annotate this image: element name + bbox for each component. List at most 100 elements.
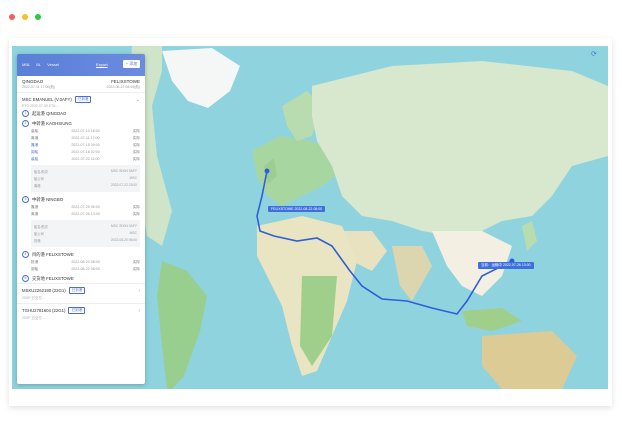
chevron-right-icon[interactable]: › <box>138 308 140 314</box>
event-label: 装船 <box>31 129 39 133</box>
tab-mbl[interactable]: MBL <box>22 62 30 67</box>
maximize-dot[interactable] <box>35 14 41 20</box>
vessel-name: MSC EMANUEL (V.0AFY) <box>22 97 72 102</box>
event-label[interactable]: 卸船 <box>31 150 38 155</box>
event-tag: 实际 <box>132 260 140 264</box>
destination-block: FELIXSTOWE 2022-08-22 08:00(航) <box>107 79 140 90</box>
destination-marker[interactable] <box>264 168 270 174</box>
container-subtitle: 20GP 已交付 ... <box>22 316 46 320</box>
event-label: 抵港 <box>31 260 39 264</box>
event-row: 离港 2022-07-11 17:00 实际 <box>17 135 145 142</box>
event-tag: 实际 <box>132 157 140 161</box>
info-row: 离港 2022-07-22 23:00 <box>34 183 137 188</box>
event-tag: 实际 <box>132 267 140 271</box>
event-date: 2022-07-22 11:00 <box>71 157 100 161</box>
info-value: 2022-08-20 06:00 <box>110 238 137 242</box>
status-badge: 已到港 <box>68 287 86 294</box>
europe-port-tooltip: FELIXSTOWE 2022-08-22 08:00 <box>268 206 326 212</box>
stop-name: 交货地 FELIXSTOWE <box>32 275 74 281</box>
origin-port: QINGDAO <box>22 79 44 84</box>
event-label: 离港 <box>31 212 39 216</box>
stop-item: 3 中转港 NINGBO <box>17 194 145 204</box>
event-date: 2022-08-20 08:00 <box>71 260 100 264</box>
event-row: 卸船 2022-07-16 02:00 实际 <box>17 149 145 156</box>
container-list-item[interactable]: MSKU2262190 (22G1) 已到港 › 20GP 已交付 ... <box>17 283 145 303</box>
info-key: 船公司 <box>34 232 44 236</box>
event-tag: 实际 <box>132 136 140 140</box>
tracking-panel: MBL BL Vessel Export + 添加 QINGDAO 2022-0… <box>17 54 145 384</box>
stop-name: 起运港 QINGDAO <box>32 110 67 116</box>
stop-item: 4 目的港 FELIXSTOWE <box>17 249 145 259</box>
step-number: 5 <box>22 275 29 282</box>
step-number: 4 <box>22 251 29 258</box>
stop-name: 中转港 KAOHSIUNG <box>32 120 72 126</box>
refresh-icon[interactable]: ⟳ <box>591 50 597 58</box>
info-key: 船名/航次 <box>34 170 49 174</box>
info-value: MSC <box>129 176 137 180</box>
destination-port: FELIXSTOWE <box>111 79 140 84</box>
container-name: MSKU2262190 (22G1) <box>22 288 66 293</box>
event-label: 离港 <box>31 136 39 140</box>
origin-block: QINGDAO 2022-07-11 17:00(航) <box>22 79 55 90</box>
event-row: 靠港 2022-07-25 06:00 实际 <box>17 204 145 211</box>
event-row: 抵港 2022-08-20 08:00 实际 <box>17 259 145 266</box>
event-row: 装船 2022-07-10 18:00 实际 <box>17 128 145 135</box>
container-subtitle: 20GP 已交付 ... <box>22 296 46 300</box>
tab-bl[interactable]: BL <box>36 62 41 67</box>
info-key: 船名/航次 <box>34 225 49 229</box>
asia-port-tooltip: 当前：运输中 2022-07-26 13:00 <box>478 262 534 269</box>
event-label[interactable]: 装船 <box>31 157 38 162</box>
stop-item: 5 交货地 FELIXSTOWE <box>17 273 145 283</box>
step-number: 2 <box>22 120 29 127</box>
info-row: 船名/航次 MSC SIXIN 0AFY <box>34 224 137 229</box>
event-label[interactable]: 靠港 <box>31 143 38 148</box>
info-key: 船公司 <box>34 177 44 181</box>
info-row: 船公司 MSC <box>34 231 137 236</box>
info-row: 船名/航次 MSC SIXIN 0AFY <box>34 169 137 174</box>
step-number: 3 <box>22 196 29 203</box>
event-date: 2022-07-10 18:00 <box>71 129 100 133</box>
status-badge: 已到港 <box>74 96 92 103</box>
tab-vessel[interactable]: Vessel <box>47 62 59 67</box>
chevron-right-icon[interactable]: › <box>138 288 140 294</box>
stop-name: 中转港 NINGBO <box>32 196 64 202</box>
status-badge: 已到港 <box>68 307 85 314</box>
stop-item: 1 起运港 QINGDAO <box>17 108 145 118</box>
event-tag: 实际 <box>132 205 140 209</box>
route-summary: QINGDAO 2022-07-11 17:00(航) FELIXSTOWE 2… <box>17 76 145 93</box>
panel-tabs: MBL BL Vessel <box>22 62 59 67</box>
event-date: 2022-07-25 06:00 <box>71 205 100 209</box>
event-date: 2022-07-16 02:00 <box>71 150 100 154</box>
stop-name: 目的港 FELIXSTOWE <box>32 251 74 257</box>
vessel-info-box: 船名/航次 MSC SIXIN 0AFY 船公司 MSC 离港 2022-07-22 … <box>31 165 140 192</box>
event-date: 2022-08-22 08:00 <box>71 267 100 271</box>
info-value: MSC SIXIN 0AFY <box>110 224 137 228</box>
stop-item: 2 中转港 KAOHSIUNG <box>17 118 145 128</box>
export-link[interactable]: Export <box>96 62 108 67</box>
event-date: 2022-07-15 09:00 <box>71 143 100 147</box>
close-dot[interactable] <box>9 14 15 20</box>
info-value: MSC <box>129 231 137 235</box>
event-tag: 实际 <box>132 212 140 216</box>
window-controls <box>9 14 41 20</box>
minimize-dot[interactable] <box>22 14 28 20</box>
event-row: 装船 2022-07-22 11:00 实际 <box>17 156 145 163</box>
chevron-down-icon[interactable]: ⌄ <box>136 97 140 103</box>
vessel-info-box: 船名/航次 MSC SIXIN 0AFY 船公司 MSC 抵港 2022-08-20 … <box>31 220 140 247</box>
info-row: 抵港 2022-08-20 06:00 <box>34 238 137 243</box>
event-label: 卸船 <box>31 267 39 271</box>
event-row: 卸船 2022-08-22 08:00 实际 <box>17 266 145 273</box>
event-tag: 实际 <box>132 143 140 147</box>
container-list-item[interactable]: TGHU2781604 (22G1) 已到港 › 20GP 已交付 ... <box>17 303 145 323</box>
event-date: 2022-07-11 17:00 <box>71 136 100 140</box>
event-row: 靠港 2022-07-15 09:00 实际 <box>17 142 145 149</box>
event-label: 靠港 <box>31 205 39 209</box>
info-value: MSC SIXIN 0AFY <box>110 169 137 173</box>
event-row: 离港 2022-07-26 13:00 实际 <box>17 211 145 218</box>
event-date: 2022-07-26 13:00 <box>71 212 100 216</box>
event-tag: 实际 <box>132 129 140 133</box>
destination-date: 2022-08-22 08:00(航) <box>106 85 140 89</box>
add-button[interactable]: + 添加 <box>123 60 140 68</box>
info-row: 船公司 MSC <box>34 176 137 181</box>
info-value: 2022-07-22 23:00 <box>110 183 137 187</box>
